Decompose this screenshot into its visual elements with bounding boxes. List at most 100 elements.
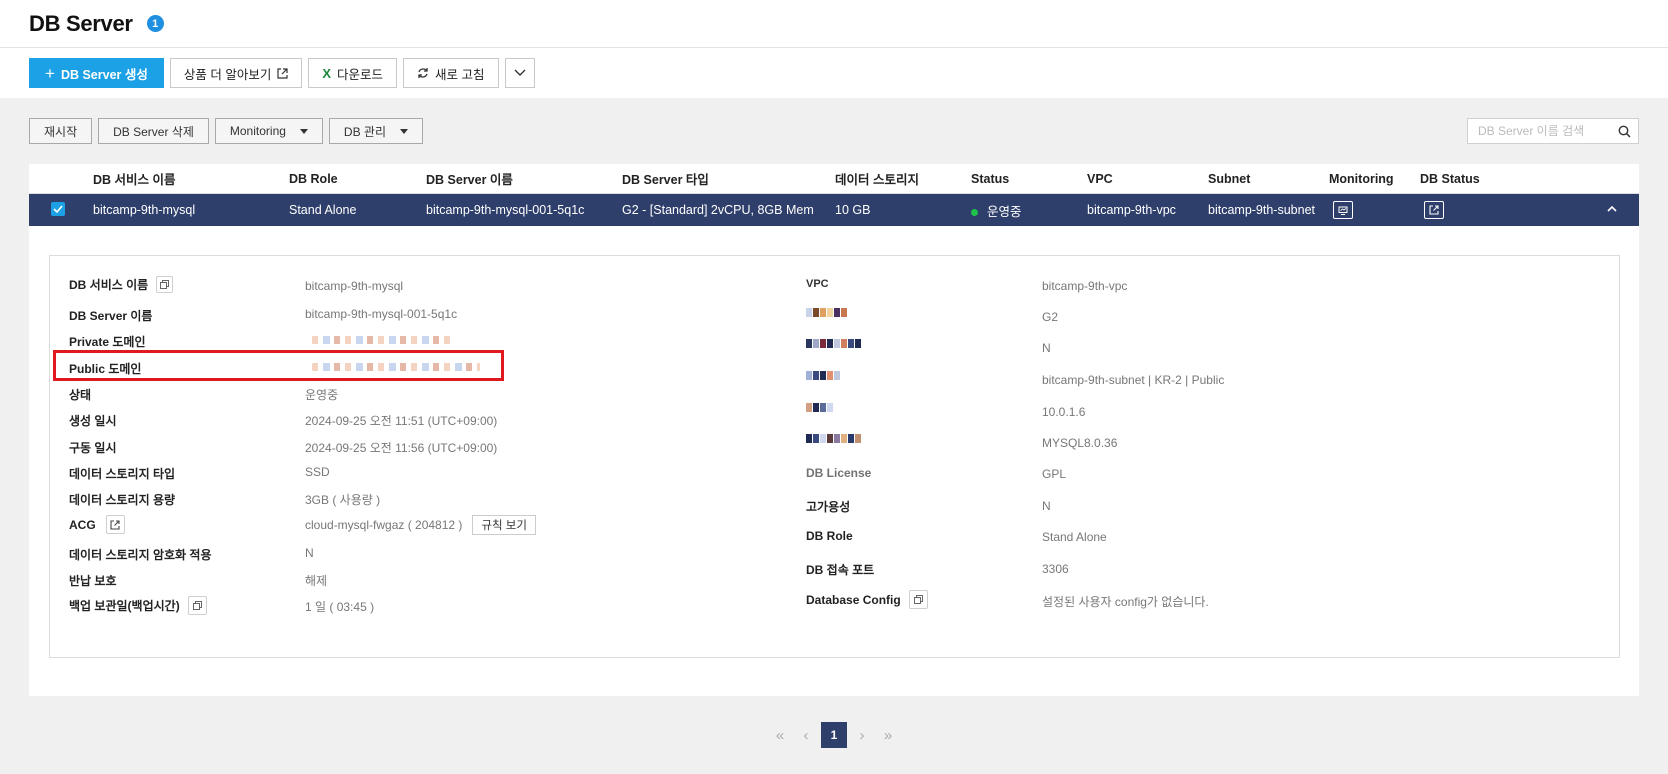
plus-icon: + (45, 63, 55, 83)
create-db-server-label: DB Server 생성 (60, 67, 148, 82)
col-header-status[interactable]: Status (971, 172, 1009, 186)
detail-label-high-availability: 고가용성 (806, 500, 851, 514)
content-area: 재시작 DB Server 삭제 Monitoring DB 관리 DB 서비스… (0, 98, 1668, 774)
col-header-subnet[interactable]: Subnet (1208, 172, 1250, 186)
highlight-box (53, 350, 504, 381)
detail-value-engine-version: MYSQL8.0.36 (1042, 436, 1118, 450)
refresh-button[interactable]: 새로 고침 (403, 58, 499, 88)
detail-label-redacted (806, 371, 840, 380)
col-header-db-role[interactable]: DB Role (289, 172, 338, 186)
detail-value-private-domain (312, 336, 452, 344)
detail-value-server-generation: G2 (1042, 310, 1059, 324)
db-status-button[interactable] (1424, 201, 1444, 219)
detail-label-backup: 백업 보관일(백업시간) (69, 596, 207, 615)
page-number-current[interactable]: 1 (821, 722, 847, 748)
detail-label-created-at: 생성 일시 (69, 414, 117, 428)
detail-label-db-license: DB License (806, 466, 872, 480)
col-header-db-status: DB Status (1420, 171, 1480, 186)
learn-more-button[interactable]: 상품 더 알아보기 (169, 58, 303, 88)
cell-status-text: 운영중 (987, 204, 1022, 219)
col-header-server-name[interactable]: DB Server 이름 (426, 169, 513, 188)
detail-label-encryption: 데이터 스토리지 암호화 적용 (69, 548, 212, 562)
db-server-table: DB 서비스 이름 DB Role DB Server 이름 DB Server… (29, 164, 1639, 696)
monitor-icon (1338, 206, 1348, 215)
col-header-storage[interactable]: 데이터 스토리지 (835, 169, 919, 188)
detail-label-vpc: VPC (806, 278, 829, 290)
col-header-service-name[interactable]: DB 서비스 이름 (93, 169, 176, 188)
detail-value-high-availability: N (1042, 499, 1051, 513)
detail-value-db-port: 3306 (1042, 562, 1069, 576)
row-checkbox[interactable] (51, 202, 65, 216)
pagination: « ‹ 1 › » (0, 722, 1668, 748)
detail-label-acg: ACG (69, 515, 125, 534)
detail-label-redacted (806, 403, 833, 412)
detail-value-created-at: 2024-09-25 오전 11:51 (UTC+09:00) (305, 414, 498, 428)
monitoring-button[interactable] (1333, 201, 1353, 219)
detail-value-vpc: bitcamp-9th-vpc (1042, 279, 1128, 293)
filter-bar: 재시작 DB Server 삭제 Monitoring DB 관리 (29, 118, 1639, 144)
detail-label-storage-type: 데이터 스토리지 타입 (69, 467, 176, 481)
caret-down-icon (299, 128, 308, 134)
search-input[interactable] (1478, 124, 1618, 138)
db-manage-dropdown[interactable]: DB 관리 (328, 118, 424, 144)
detail-value-storage-size: 3GB ( 사용량 ) (305, 493, 381, 507)
col-header-vpc[interactable]: VPC (1087, 172, 1113, 186)
detail-value-backup: 1 일 ( 03:45 ) (305, 600, 375, 614)
check-icon (53, 205, 63, 213)
download-button[interactable]: X 다운로드 (308, 58, 398, 88)
next-page-icon[interactable]: › (851, 724, 873, 746)
detail-value-db-license: GPL (1042, 467, 1067, 481)
count-badge: 1 (146, 15, 164, 32)
cell-storage: 10 GB (835, 203, 871, 217)
toolbar: + DB Server 생성 상품 더 알아보기 X 다운로드 새로 고침 (0, 48, 1668, 98)
create-db-server-button[interactable]: + DB Server 생성 (29, 58, 164, 88)
detail-label-server-name: DB Server 이름 (69, 309, 153, 323)
delete-db-server-button[interactable]: DB Server 삭제 (98, 118, 209, 144)
detail-value-return-protection: 해제 (305, 574, 328, 588)
restart-button[interactable]: 재시작 (29, 118, 93, 144)
more-options-button[interactable] (504, 58, 535, 88)
detail-label-service-name: DB 서비스 이름 (69, 276, 174, 293)
prev-page-icon[interactable]: ‹ (795, 724, 817, 746)
copy-icon[interactable] (156, 276, 174, 293)
learn-more-label: 상품 더 알아보기 (183, 67, 272, 82)
first-page-icon[interactable]: « (769, 724, 791, 746)
detail-value-encryption: N (305, 546, 314, 560)
caret-down-icon (400, 128, 409, 134)
detail-value-db-config: 설정된 사용자 config가 없습니다. (1042, 595, 1209, 609)
cell-subnet: bitcamp-9th-subnet (1208, 203, 1316, 217)
search-icon[interactable] (1618, 125, 1631, 138)
cell-server-name: bitcamp-9th-mysql-001-5q1c (426, 203, 585, 217)
copy-icon[interactable] (908, 590, 928, 609)
refresh-icon (418, 68, 428, 78)
external-link-icon[interactable] (105, 515, 125, 534)
table-header: DB 서비스 이름 DB Role DB Server 이름 DB Server… (29, 164, 1639, 194)
copy-icon[interactable] (187, 596, 207, 615)
monitoring-dropdown[interactable]: Monitoring (214, 118, 323, 144)
detail-label-redacted (806, 308, 847, 317)
chevron-down-icon (514, 69, 525, 76)
detail-label-db-port: DB 접속 포트 (806, 563, 875, 577)
detail-panel: DB 서비스 이름 bitcamp-9th-mysql DB Server 이름… (49, 255, 1620, 658)
detail-label-private-domain: Private 도메인 (69, 335, 146, 349)
search-box (1467, 118, 1639, 144)
chevron-up-icon[interactable] (1607, 204, 1617, 214)
status-dot-icon (971, 208, 978, 216)
detail-value-acg: cloud-mysql-fwgaz ( 204812 ) 규칙 보기 (305, 515, 536, 535)
cell-status: 운영중 (971, 201, 1022, 220)
detail-value-subnet: bitcamp-9th-subnet | KR-2 | Public (1042, 373, 1225, 387)
detail-label-redacted (806, 434, 861, 443)
detail-value-redacted-flag: N (1042, 341, 1051, 355)
col-header-monitoring: Monitoring (1329, 171, 1394, 186)
col-header-server-type[interactable]: DB Server 타입 (622, 169, 709, 188)
detail-label-db-config: Database Config (806, 590, 928, 609)
last-page-icon[interactable]: » (877, 724, 899, 746)
detail-value-started-at: 2024-09-25 오전 11:56 (UTC+09:00) (305, 441, 498, 455)
table-row[interactable]: bitcamp-9th-mysql Stand Alone bitcamp-9t… (29, 194, 1639, 226)
detail-label-storage-size: 데이터 스토리지 용량 (69, 493, 176, 507)
detail-label-redacted (806, 339, 861, 348)
detail-label-state: 상태 (69, 388, 92, 402)
detail-value-service-name: bitcamp-9th-mysql (305, 279, 404, 293)
detail-value-db-role: Stand Alone (1042, 530, 1107, 544)
view-rules-button[interactable]: 규칙 보기 (472, 515, 536, 535)
